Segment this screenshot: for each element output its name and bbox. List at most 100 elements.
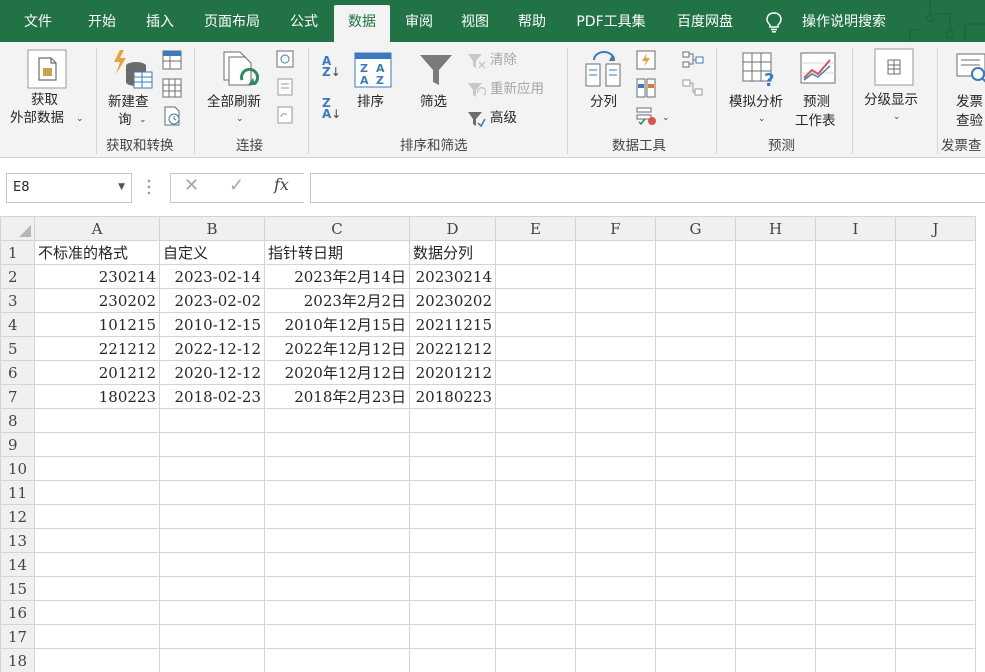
cell[interactable]: 2023-02-14	[159, 264, 265, 289]
cell[interactable]	[895, 360, 976, 385]
cell[interactable]	[495, 576, 576, 601]
consolidate-icon[interactable]	[682, 50, 704, 70]
data-validation-icon[interactable]	[636, 106, 658, 126]
cell[interactable]: 20180223	[409, 384, 496, 409]
edit-links-icon[interactable]	[276, 106, 294, 124]
cell[interactable]	[815, 432, 896, 457]
cell[interactable]	[159, 624, 265, 649]
row-header[interactable]: 4	[0, 312, 35, 337]
cell[interactable]	[34, 552, 160, 577]
cell[interactable]	[895, 288, 976, 313]
cell[interactable]	[495, 288, 576, 313]
cell[interactable]	[815, 552, 896, 577]
cell[interactable]	[735, 336, 816, 361]
cell[interactable]	[815, 456, 896, 481]
cell[interactable]	[735, 240, 816, 265]
recent-sources-icon[interactable]	[162, 106, 182, 126]
reapply-icon[interactable]	[466, 80, 486, 100]
cell[interactable]	[34, 576, 160, 601]
cell[interactable]	[264, 600, 410, 625]
cell[interactable]	[34, 480, 160, 505]
cell[interactable]	[655, 336, 736, 361]
cell[interactable]	[655, 528, 736, 553]
cell[interactable]	[495, 360, 576, 385]
cell[interactable]	[815, 528, 896, 553]
cell[interactable]: 2010年12月15日	[264, 312, 410, 337]
cell[interactable]: 230214	[34, 264, 160, 289]
cell[interactable]	[815, 240, 896, 265]
advanced-label[interactable]: 高级	[490, 109, 517, 127]
cell[interactable]	[895, 264, 976, 289]
cell[interactable]	[655, 360, 736, 385]
cell[interactable]: 2023年2月14日	[264, 264, 410, 289]
cell[interactable]	[495, 312, 576, 337]
cell[interactable]	[655, 312, 736, 337]
cell[interactable]	[575, 504, 656, 529]
cell[interactable]	[575, 456, 656, 481]
cell[interactable]	[815, 504, 896, 529]
cell[interactable]	[409, 552, 496, 577]
row-header[interactable]: 1	[0, 240, 35, 265]
relationships-icon[interactable]	[682, 78, 704, 98]
cell[interactable]	[895, 432, 976, 457]
cell[interactable]	[495, 552, 576, 577]
cell[interactable]	[264, 648, 410, 672]
cell[interactable]	[735, 648, 816, 672]
cell[interactable]	[655, 576, 736, 601]
cell[interactable]	[655, 288, 736, 313]
row-header[interactable]: 2	[0, 264, 35, 289]
cell[interactable]	[159, 408, 265, 433]
cell[interactable]	[159, 528, 265, 553]
connections-icon[interactable]	[276, 50, 294, 68]
cell[interactable]	[735, 312, 816, 337]
tab-insert[interactable]: 插入	[132, 0, 188, 42]
cell[interactable]: 20230214	[409, 264, 496, 289]
cell[interactable]	[409, 504, 496, 529]
tab-page-layout[interactable]: 页面布局	[194, 0, 270, 42]
cell[interactable]	[895, 240, 976, 265]
column-header[interactable]: G	[655, 216, 736, 241]
cell[interactable]	[895, 504, 976, 529]
cell[interactable]: 201212	[34, 360, 160, 385]
advanced-filter-icon[interactable]	[466, 109, 486, 129]
column-header[interactable]: J	[895, 216, 976, 241]
cell[interactable]	[409, 432, 496, 457]
drag-handle-icon[interactable]	[147, 177, 151, 197]
row-header[interactable]: 13	[0, 528, 35, 553]
cell[interactable]	[735, 360, 816, 385]
row-header[interactable]: 6	[0, 360, 35, 385]
enter-check-icon[interactable]: ✓	[229, 175, 244, 196]
cell[interactable]	[815, 648, 896, 672]
cell[interactable]	[735, 480, 816, 505]
sort-ascending-icon[interactable]: A Z↓	[322, 55, 346, 82]
cell[interactable]	[895, 384, 976, 409]
remove-duplicates-icon[interactable]	[636, 78, 656, 98]
cell[interactable]	[735, 624, 816, 649]
cell[interactable]	[34, 432, 160, 457]
cell[interactable]	[264, 456, 410, 481]
cell[interactable]	[735, 288, 816, 313]
cell[interactable]	[575, 312, 656, 337]
cell[interactable]: 20230202	[409, 288, 496, 313]
tab-formulas[interactable]: 公式	[276, 0, 332, 42]
column-header[interactable]: D	[409, 216, 496, 241]
cell[interactable]: 20211215	[409, 312, 496, 337]
cell[interactable]	[655, 648, 736, 672]
cell[interactable]: 自定义	[159, 240, 265, 265]
cell[interactable]: 指针转日期	[264, 240, 410, 265]
name-box[interactable]: E8 ▼	[6, 173, 132, 203]
cell[interactable]	[575, 408, 656, 433]
cell[interactable]	[895, 648, 976, 672]
cell[interactable]	[895, 528, 976, 553]
cell[interactable]	[575, 336, 656, 361]
cell[interactable]	[815, 384, 896, 409]
row-header[interactable]: 10	[0, 456, 35, 481]
cell[interactable]	[575, 600, 656, 625]
cell[interactable]	[34, 648, 160, 672]
cell[interactable]	[409, 408, 496, 433]
cell[interactable]	[815, 624, 896, 649]
cell[interactable]	[409, 600, 496, 625]
cell[interactable]	[159, 480, 265, 505]
tab-data[interactable]: 数据	[334, 5, 390, 42]
cell[interactable]	[409, 456, 496, 481]
